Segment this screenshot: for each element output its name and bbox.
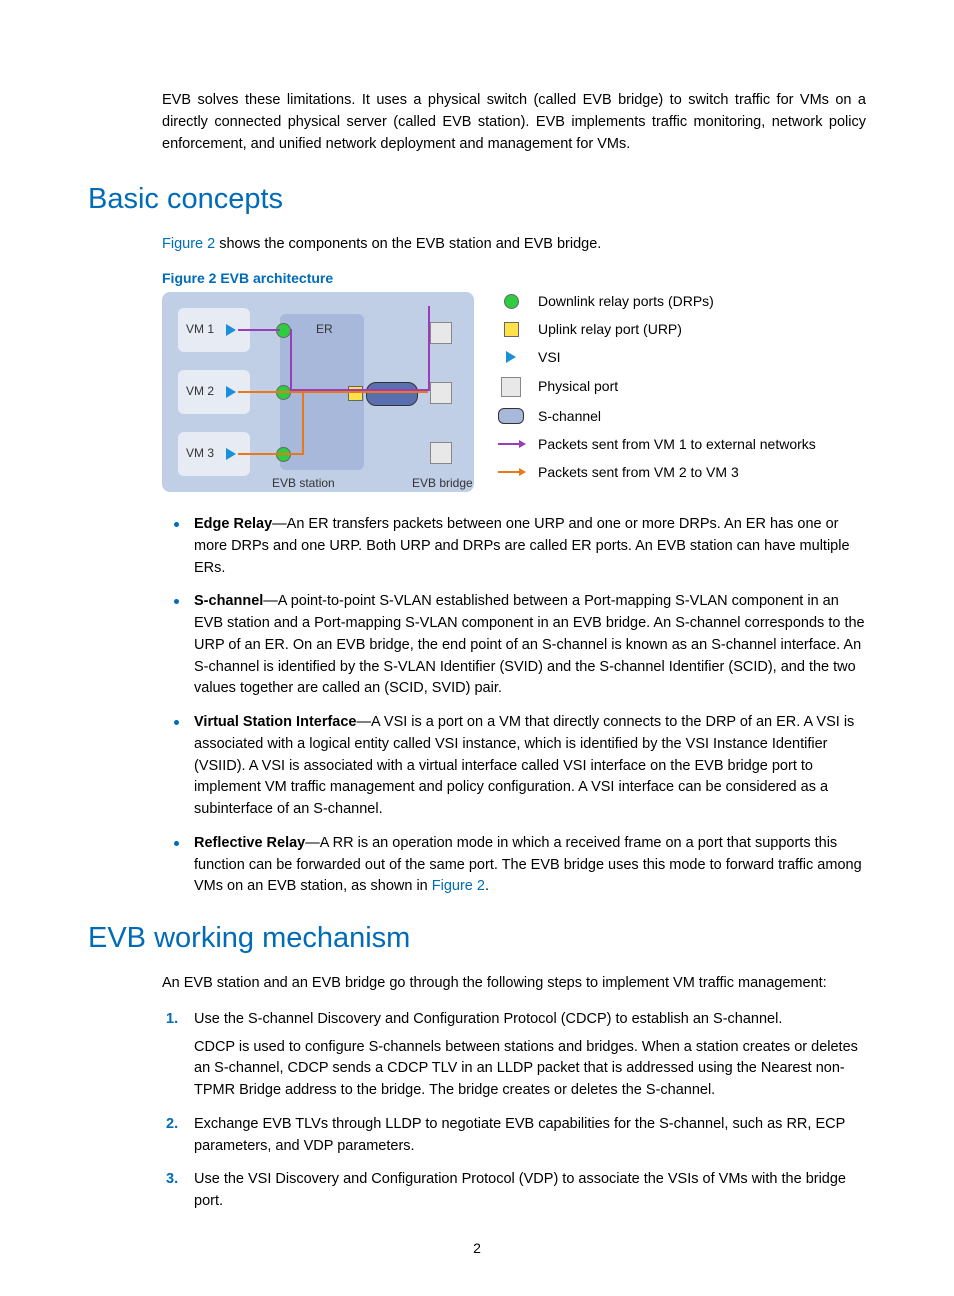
figure-2-link[interactable]: Figure 2 [432,878,485,894]
step-detail: CDCP is used to configure S-channels bet… [194,1037,866,1102]
term: S-channel [194,593,263,609]
purple-path [290,329,292,391]
step-text: Exchange EVB TLVs through LLDP to negoti… [194,1116,845,1154]
legend-label: VSI [538,348,561,366]
legend-row: Packets sent from VM 2 to VM 3 [498,463,866,481]
figure-legend: Downlink relay ports (DRPs) Uplink relay… [498,292,866,492]
term-body: —An ER transfers packets between one URP… [194,516,850,576]
list-item: Use the S-channel Discovery and Configur… [162,1009,866,1102]
legend-label: S-channel [538,407,601,425]
purple-path [238,329,280,331]
er-label: ER [316,322,333,336]
vsi-icon [226,386,236,398]
physical-port-icon [430,442,452,464]
intro-paragraph: EVB solves these limitations. It uses a … [88,90,866,155]
list-item: S-channel—A point-to-point S-VLAN establ… [162,591,866,700]
term: Edge Relay [194,516,272,532]
s-channel-icon [498,408,524,424]
s-channel-icon [366,382,418,406]
evb-architecture-diagram: ER VM 1 VM 2 VM 3 [162,292,474,492]
list-item: Reflective Relay—A RR is an operation mo… [162,833,866,898]
legend-row: S-channel [498,407,866,425]
urp-icon [504,322,519,337]
mechanism-intro: An EVB station and an EVB bridge go thro… [162,973,866,995]
legend-label: Packets sent from VM 1 to external netwo… [538,435,816,453]
orange-path [238,453,304,455]
figure-reference-line: Figure 2 shows the components on the EVB… [162,234,866,256]
term: Virtual Station Interface [194,714,357,730]
steps-list: Use the S-channel Discovery and Configur… [88,1009,866,1213]
list-item: Exchange EVB TLVs through LLDP to negoti… [162,1114,866,1158]
purple-arrow-icon [498,443,524,445]
evb-station-label: EVB station [272,476,335,490]
purple-path [428,306,430,391]
orange-path [302,391,304,453]
orange-arrow-icon [498,471,524,473]
legend-row: VSI [498,348,866,366]
legend-row: Uplink relay port (URP) [498,320,866,338]
orange-path [238,391,428,393]
evb-bridge-label: EVB bridge [412,476,473,490]
drp-icon [504,294,519,309]
vm2-label: VM 2 [186,384,214,398]
heading-basic-concepts: Basic concepts [88,183,866,216]
term-body: —A point-to-point S-VLAN established bet… [194,593,865,696]
vm3-label: VM 3 [186,446,214,460]
page-number: 2 [0,1240,954,1256]
physical-port-icon [430,382,452,404]
figure-ref-text: shows the components on the EVB station … [215,236,601,252]
legend-row: Physical port [498,377,866,397]
physical-port-icon [430,322,452,344]
figure-2: ER VM 1 VM 2 VM 3 [162,292,866,492]
vm1-label: VM 1 [186,322,214,336]
vsi-icon [226,448,236,460]
page: EVB solves these limitations. It uses a … [0,0,954,1296]
legend-row: Downlink relay ports (DRPs) [498,292,866,310]
legend-label: Uplink relay port (URP) [538,320,682,338]
legend-row: Packets sent from VM 1 to external netwo… [498,435,866,453]
legend-label: Packets sent from VM 2 to VM 3 [538,463,739,481]
legend-label: Physical port [538,377,618,395]
step-text: Use the S-channel Discovery and Configur… [194,1011,782,1027]
concepts-list: Edge Relay—An ER transfers packets betwe… [88,514,866,898]
term-body-post: . [485,878,489,894]
vsi-icon [506,351,516,363]
list-item: Virtual Station Interface—A VSI is a por… [162,712,866,821]
physical-port-icon [501,377,521,397]
figure-2-link[interactable]: Figure 2 [162,236,215,252]
vsi-icon [226,324,236,336]
legend-label: Downlink relay ports (DRPs) [538,292,714,310]
term: Reflective Relay [194,835,305,851]
heading-evb-working-mechanism: EVB working mechanism [88,922,866,955]
figure-title: Figure 2 EVB architecture [162,270,866,286]
step-text: Use the VSI Discovery and Configuration … [194,1171,846,1209]
list-item: Edge Relay—An ER transfers packets betwe… [162,514,866,579]
list-item: Use the VSI Discovery and Configuration … [162,1169,866,1213]
